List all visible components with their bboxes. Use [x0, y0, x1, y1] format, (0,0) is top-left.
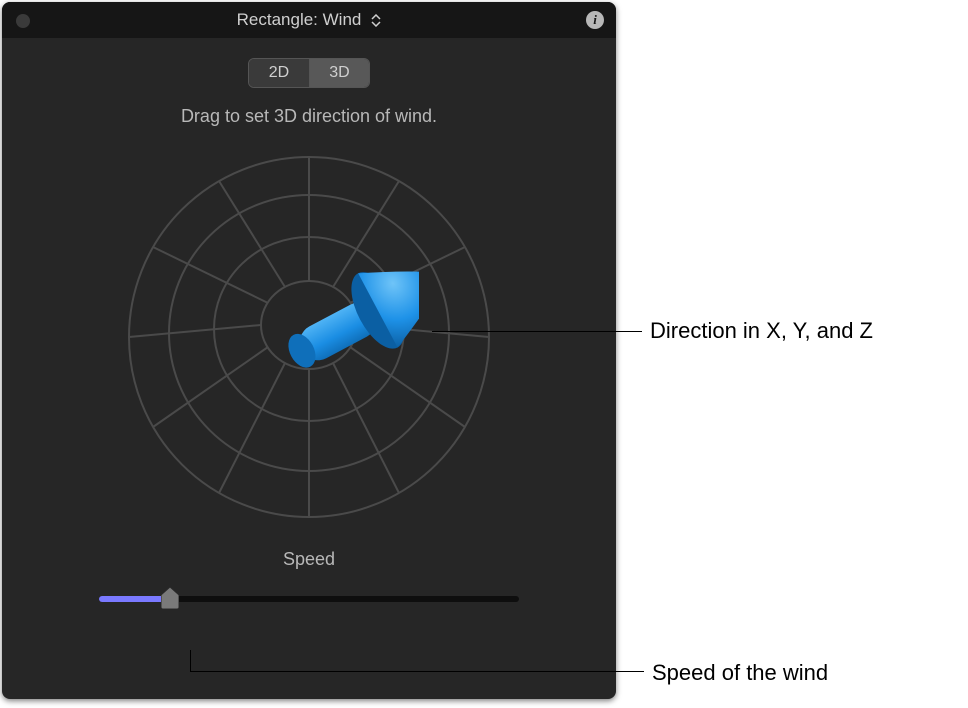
mode-3d-button[interactable]: 3D	[309, 59, 369, 87]
callout-speed-label: Speed of the wind	[652, 660, 828, 686]
wind-hud-panel: Rectangle: Wind i 2D 3D Drag to set 3D d…	[2, 2, 616, 699]
speed-slider[interactable]	[99, 584, 519, 614]
callout-direction: Direction in X, Y, and Z	[432, 318, 873, 344]
panel-title: Rectangle: Wind	[237, 10, 362, 30]
popup-chevrons-icon	[371, 14, 381, 27]
mode-2d-button[interactable]: 2D	[249, 59, 309, 87]
mode-segmented-control: 2D 3D	[248, 58, 370, 88]
callout-speed: Speed of the wind	[190, 650, 828, 676]
title-popup[interactable]: Rectangle: Wind	[237, 10, 382, 30]
speed-label: Speed	[2, 549, 616, 570]
slider-thumb-icon[interactable]	[161, 587, 179, 609]
callout-line-icon	[190, 650, 644, 672]
direction-hint-text: Drag to set 3D direction of wind.	[2, 106, 616, 127]
info-icon[interactable]: i	[586, 11, 604, 29]
callout-direction-label: Direction in X, Y, and Z	[650, 318, 873, 344]
window-close-dot[interactable]	[16, 14, 30, 28]
callout-line-icon	[432, 331, 642, 332]
slider-fill	[99, 596, 170, 602]
direction-arrow-icon[interactable]	[199, 227, 419, 447]
titlebar: Rectangle: Wind i	[2, 2, 616, 38]
